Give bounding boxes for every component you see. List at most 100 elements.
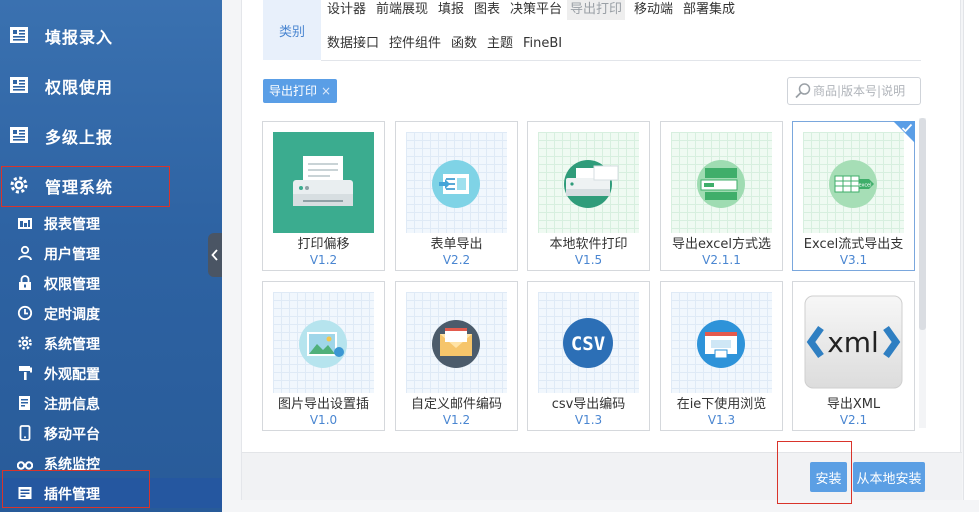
category-controls[interactable]: 控件组件 [389, 34, 441, 54]
category-data-interface[interactable]: 数据接口 [327, 34, 379, 54]
plugin-name: 导出excel方式选 [672, 237, 771, 252]
printer-icon [564, 160, 619, 208]
plugin-version: V2.1 [839, 413, 868, 427]
plugin-name: 在ie下使用浏览 [676, 397, 767, 412]
gear-icon [18, 336, 32, 350]
plugin-card-excel-export-mode[interactable]: 导出excel方式选 V2.1.1 [660, 121, 783, 271]
excel-badge: excel [858, 183, 871, 189]
plugin-name: 导出XML [826, 397, 881, 412]
sidebar-item-multilevel-report[interactable]: 多级上报 [0, 114, 222, 154]
plugin-card-image-export[interactable]: 图片导出设置插 V1.0 [262, 281, 385, 431]
install-button[interactable]: 安装 [810, 462, 847, 492]
category-decision-platform[interactable]: 决策平台 [510, 0, 562, 20]
plugin-version: V2.1.1 [702, 253, 741, 267]
sidebar-item-user-management[interactable]: 用户管理 [0, 238, 222, 268]
excel-export-icon: excel [829, 160, 877, 208]
category-deployment[interactable]: 部署集成 [683, 0, 735, 20]
install-local-button[interactable]: 从本地安装 [853, 462, 925, 492]
category-mobile[interactable]: 移动端 [634, 0, 673, 20]
category-theme[interactable]: 主题 [487, 34, 513, 54]
form-icon [10, 27, 28, 43]
plugin-version: V1.3 [574, 413, 603, 427]
plugin-name: 表单导出 [430, 237, 483, 252]
plugin-thumbnail: xml [803, 292, 904, 393]
search-box[interactable] [787, 77, 921, 105]
plugin-card-mail-encoding[interactable]: 自定义邮件编码 V1.2 [395, 281, 518, 431]
sidebar-item-label: 移动平台 [44, 427, 100, 443]
plugin-card-form-export[interactable]: 表单导出 V2.2 [395, 121, 518, 271]
sidebar-item-permission-use[interactable]: 权限使用 [0, 64, 222, 104]
sidebar-item-label: 插件管理 [44, 487, 100, 503]
plugin-card-ie-browser[interactable]: 在ie下使用浏览 V1.3 [660, 281, 783, 431]
category-chart[interactable]: 图表 [474, 0, 500, 20]
browser-print-icon [697, 320, 745, 368]
category-finebi[interactable]: FineBI [523, 34, 562, 54]
sidebar-collapse-toggle[interactable] [208, 233, 222, 277]
plugin-name: Excel流式导出支 [803, 237, 904, 252]
clock-icon [17, 305, 33, 321]
form-icon [10, 77, 28, 93]
plugin-name: 打印偏移 [297, 237, 350, 252]
xml-badge: xml [827, 326, 879, 359]
chevron-left-icon [211, 249, 218, 261]
category-functions[interactable]: 函数 [451, 34, 477, 54]
plugin-name: 本地软件打印 [549, 237, 628, 252]
sidebar-item-label: 外观配置 [44, 367, 100, 383]
user-icon [18, 245, 32, 261]
plugin-thumbnail [538, 132, 639, 233]
active-filter-tag[interactable]: 导出打印 × [263, 79, 338, 103]
sidebar-item-plugin-management[interactable]: 插件管理 [0, 478, 222, 508]
sidebar-item-system-management[interactable]: 系统管理 [0, 328, 222, 358]
search-input[interactable] [813, 84, 917, 98]
category-fill[interactable]: 填报 [438, 0, 464, 20]
image-export-icon [299, 320, 347, 368]
mail-icon [432, 320, 480, 368]
plugin-name: 图片导出设置插 [277, 397, 369, 412]
binoculars-icon [17, 461, 33, 470]
report-icon [18, 218, 32, 229]
plugin-version: V3.1 [839, 253, 868, 267]
plugin-card-print-offset[interactable]: 打印偏移 V1.2 [262, 121, 385, 271]
excel-export-icon [697, 160, 745, 208]
sidebar-item-management-system[interactable]: 管理系统 [0, 164, 222, 204]
plugin-card-local-print[interactable]: 本地软件打印 V1.5 [527, 121, 650, 271]
scrollbar-thumb[interactable] [919, 118, 926, 330]
sidebar-item-label: 多级上报 [45, 128, 114, 147]
plugin-thumbnail [671, 292, 772, 393]
sidebar-item-label: 定时调度 [44, 307, 100, 323]
sidebar-item-label: 权限管理 [44, 277, 100, 293]
plugin-version: V2.2 [442, 253, 471, 267]
sidebar-item-label: 管理系统 [45, 178, 114, 197]
category-divider [321, 60, 921, 61]
plugin-version: V1.2 [309, 253, 338, 267]
sidebar-item-registration[interactable]: 注册信息 [0, 388, 222, 418]
xml-icon: xml [804, 295, 903, 389]
plugin-version: V1.3 [707, 413, 736, 427]
plugin-version: V1.2 [442, 413, 471, 427]
plugin-icon [18, 487, 32, 499]
plugin-version: V1.5 [574, 253, 603, 267]
right-panel-edge [963, 0, 979, 500]
sidebar-item-permission-management[interactable]: 权限管理 [0, 268, 222, 298]
printer-icon [293, 156, 353, 206]
sidebar-item-scheduling[interactable]: 定时调度 [0, 298, 222, 328]
category-designer[interactable]: 设计器 [327, 0, 366, 20]
form-export-icon [432, 160, 480, 208]
sidebar-item-report-management[interactable]: 报表管理 [0, 208, 222, 238]
search-icon [795, 83, 811, 99]
sidebar-item-appearance[interactable]: 外观配置 [0, 358, 222, 388]
plugin-thumbnail: excel [803, 132, 904, 233]
plugin-thumbnail [671, 132, 772, 233]
category-frontend[interactable]: 前端展现 [376, 0, 428, 20]
plugin-card-excel-stream-export[interactable]: excel Excel流式导出支 V3.1 [792, 121, 915, 271]
category-export-print[interactable]: 导出打印 [567, 0, 626, 20]
sidebar-item-mobile-platform[interactable]: 移动平台 [0, 418, 222, 448]
close-icon[interactable]: × [321, 79, 331, 103]
plugin-thumbnail [406, 132, 507, 233]
plugin-card-export-xml[interactable]: xml 导出XML V2.1 [792, 281, 915, 431]
sidebar-item-label: 注册信息 [44, 397, 100, 413]
sidebar-item-fill-entry[interactable]: 填报录入 [0, 14, 222, 54]
sidebar-item-system-monitor[interactable]: 系统监控 [0, 448, 222, 478]
plugin-thumbnail [406, 292, 507, 393]
plugin-card-csv-encoding[interactable]: CSV csv导出编码 V1.3 [527, 281, 650, 431]
